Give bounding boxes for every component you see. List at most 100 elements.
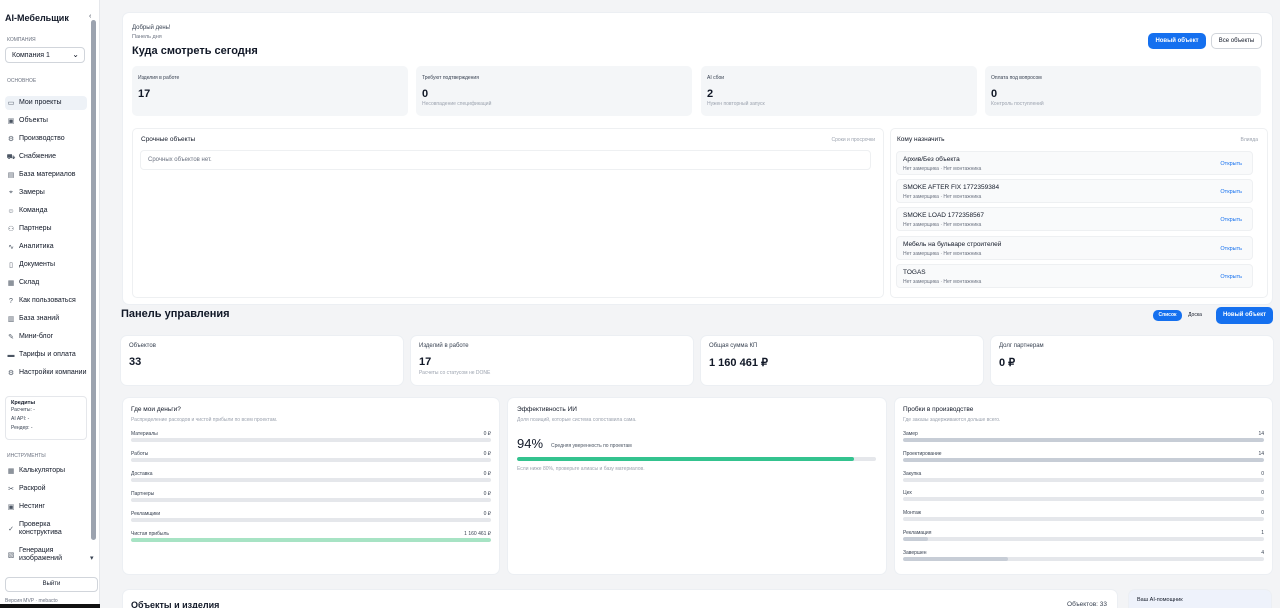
sidebar-item[interactable]: ⚇ Партнеры	[5, 222, 87, 236]
sidebar-item[interactable]: ▭ Мои проекты	[5, 96, 87, 110]
sidebar-item[interactable]: ⚙ Производство	[5, 132, 87, 146]
tool-item[interactable]: ✓ Проверка конструктива	[5, 518, 87, 540]
sidebar-item[interactable]: ∿ Аналитика	[5, 240, 87, 254]
sidebar-item-label: Настройки компании	[19, 369, 87, 376]
today-subtitle: Панель дня	[132, 34, 162, 40]
jam-row-bar	[903, 556, 1264, 561]
sidebar-item-label: Снабжение	[19, 153, 56, 160]
sidebar-item[interactable]: ☺ Команда	[5, 204, 87, 218]
objects-count: Объектов: 33	[1067, 601, 1107, 608]
list-view-toggle[interactable]: Список	[1153, 310, 1182, 321]
stat-value: 0	[422, 88, 429, 100]
assign-object-status: Нет замерщика · Нет монтажника	[903, 279, 982, 285]
sidebar-item-label: Команда	[19, 207, 48, 214]
sidebar-item-label: База знаний	[19, 315, 60, 322]
jam-row-value: 1	[1261, 530, 1264, 536]
sidebar-item-label: База материалов	[19, 171, 76, 178]
board-view-toggle[interactable]: Доска	[1184, 310, 1206, 321]
open-object-link[interactable]: Открыть	[1220, 274, 1242, 280]
jams-title: Пробки в производстве	[903, 406, 974, 413]
taskbar-strip	[0, 604, 100, 608]
money-row: Рекламщики 0 ₽	[131, 511, 491, 531]
jam-row: Завершен 4	[903, 550, 1264, 570]
jam-row: Закупка 0	[903, 471, 1264, 491]
today-stat-card: AI сбои 2 Нужен повторный запуск	[701, 66, 977, 116]
sidebar-item[interactable]: ▦ Склад	[5, 276, 87, 290]
sidebar-item[interactable]: ▤ База материалов	[5, 168, 87, 182]
money-row: Материалы 0 ₽	[131, 431, 491, 451]
kpi-label: Долг партнерам	[999, 343, 1044, 349]
sidebar-item[interactable]: ⚙ Настройки компании	[5, 361, 87, 385]
all-objects-button[interactable]: Все объекты	[1211, 33, 1262, 49]
credits-panel: Кредиты Расчеты: - AI API: - Рендер: -	[5, 396, 87, 440]
sidebar-item[interactable]: ⛟ Снабжение	[5, 150, 87, 164]
sidebar-item-label: Как пользоваться	[19, 297, 76, 304]
tool-item-label: Раскрой	[19, 485, 46, 492]
money-row-bar	[131, 498, 491, 502]
tool-item[interactable]: ✂ Раскрой	[5, 482, 87, 496]
ruler-icon: ⌖	[9, 189, 13, 196]
factory-icon: ⚙	[7, 136, 15, 143]
ai-label: Средняя уверенность по проектам	[551, 443, 632, 449]
tool-item-label: Калькуляторы	[19, 467, 66, 474]
assign-object-name: SMOKE LOAD 1772358567	[903, 212, 984, 219]
scroll-down-icon[interactable]: ▾	[90, 554, 94, 562]
main-section-label: ОСНОВНОЕ	[7, 78, 37, 84]
image-icon: ▧	[7, 552, 15, 559]
urgent-empty: Срочных объектов нет.	[140, 150, 871, 170]
tool-item[interactable]: ▦ Калькуляторы	[5, 464, 87, 478]
sidebar-item-label: Производство	[19, 135, 65, 142]
settings-icon: ⚙	[7, 370, 15, 377]
card-icon: ▬	[7, 351, 15, 359]
today-stat-card: Оплата под вопросом 0 Контроль поступлений	[985, 66, 1261, 116]
new-object-button-2[interactable]: Новый объект	[1216, 307, 1273, 324]
jam-row: Проектирование 14	[903, 451, 1264, 471]
assign-object-status: Нет замерщика · Нет монтажника	[903, 194, 982, 200]
today-stat-card: Изделия в работе 17	[132, 66, 408, 116]
assign-hint: Влияда	[1240, 137, 1258, 143]
money-row-value: 0 ₽	[483, 511, 491, 517]
jam-row-value: 4	[1261, 549, 1264, 556]
open-object-link[interactable]: Открыть	[1220, 217, 1242, 223]
open-object-link[interactable]: Открыть	[1220, 189, 1242, 195]
assign-object-status: Нет замерщика · Нет монтажника	[903, 222, 982, 228]
open-object-link[interactable]: Открыть	[1220, 161, 1242, 167]
ai-assistant-widget[interactable]: Ваш AI-помощник	[1129, 590, 1271, 608]
sidebar-item[interactable]: ⌖ Замеры	[5, 186, 87, 200]
jam-row-bar	[903, 477, 1264, 482]
jam-row-label: Монтаж	[903, 510, 922, 517]
sidebar-item[interactable]: ✎ Мини-блог	[5, 330, 87, 344]
new-object-button[interactable]: Новый объект	[1148, 33, 1206, 49]
assign-list-item: SMOKE LOAD 1772358567 Нет замерщика · Нет…	[896, 207, 1253, 231]
tool-item[interactable]: ▧ Генерация изображений	[5, 544, 87, 566]
jam-row-fill	[903, 457, 1264, 462]
company-select[interactable]: Компания 1 ⌄	[5, 47, 85, 63]
money-row: Доставка 0 ₽	[131, 471, 491, 491]
nesting-icon: ▣	[7, 504, 15, 511]
kpi-label: Изделий в работе	[419, 343, 469, 349]
sidebar-item[interactable]: ▥ База знаний	[5, 312, 87, 326]
sidebar-item-label: Тарифы и оплата	[19, 351, 76, 358]
money-row-bar	[131, 518, 491, 522]
stat-label: Требуют подтверждения	[422, 75, 479, 81]
sidebar-scrollbar[interactable]	[91, 20, 96, 540]
tool-item[interactable]: ▣ Нестинг	[5, 500, 87, 514]
sidebar-item-label: Склад	[19, 279, 40, 286]
kpi-value: 17	[419, 356, 432, 368]
sidebar-item[interactable]: ▬ Тарифы и оплата	[5, 348, 87, 362]
collapse-sidebar-icon[interactable]: ‹	[89, 13, 91, 20]
greeting: Добрый день!	[132, 25, 171, 31]
kpi-sub: Расчеты со статусом не DONE	[419, 370, 491, 376]
credits-row: Рендер: -	[11, 425, 33, 431]
jams-subtitle: Где заказы задерживаются дольше всего.	[903, 417, 1001, 423]
sidebar-item[interactable]: ? Как пользоваться	[5, 294, 87, 308]
open-object-link[interactable]: Открыть	[1220, 246, 1242, 252]
chart-icon: ∿	[8, 244, 14, 251]
urgent-title: Срочные объекты	[141, 136, 196, 143]
sidebar-item[interactable]: ▣ Объекты	[5, 114, 87, 128]
kpi-card: Общая сумма КП 1 160 461 ₽	[701, 336, 983, 385]
logout-button[interactable]: Выйти	[5, 577, 98, 592]
assign-panel: Кому назначить Влияда Архив/Без объекта Н…	[890, 128, 1268, 298]
sidebar-item[interactable]: ▯ Документы	[5, 258, 87, 272]
jam-row-bar	[903, 497, 1264, 502]
